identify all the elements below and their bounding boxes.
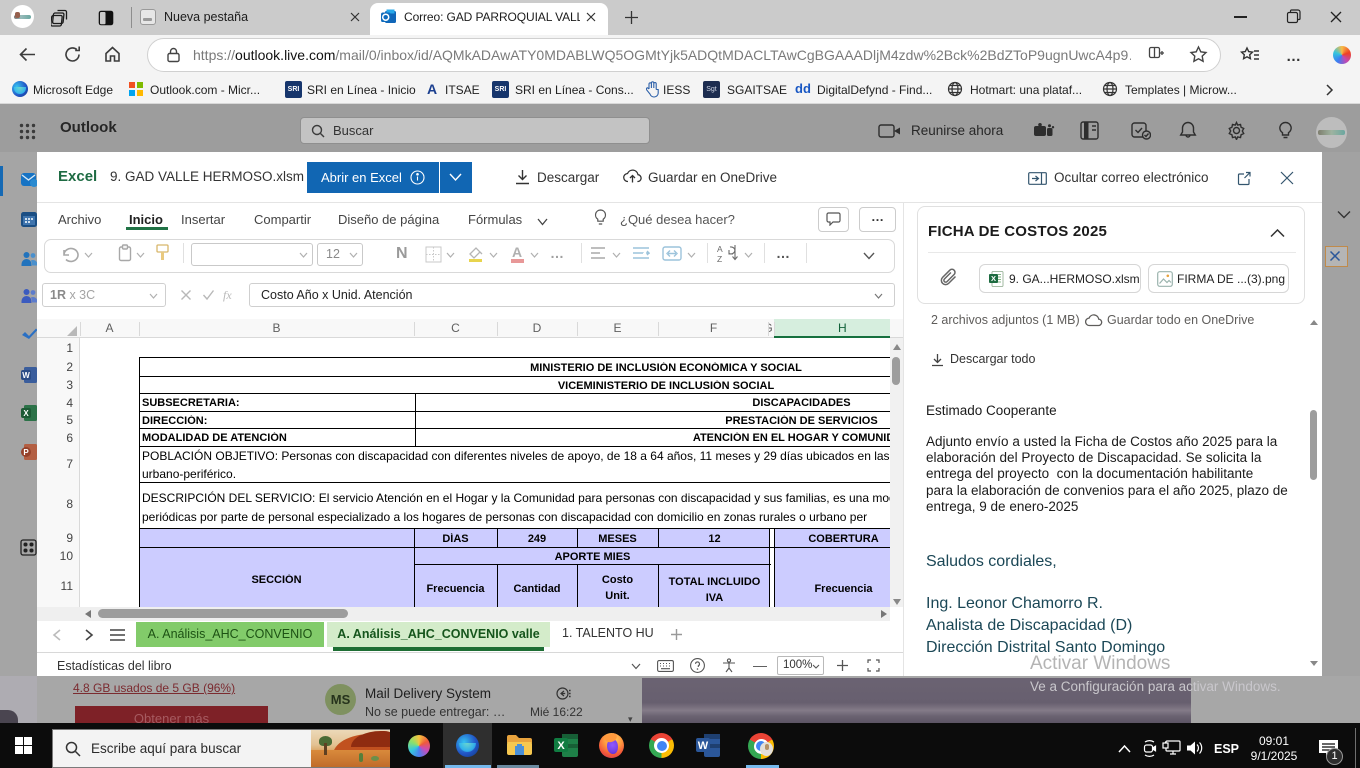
svg-text:X: X [557,740,565,752]
svg-text:fx: fx [223,288,232,302]
svg-text:X: X [23,409,29,418]
svg-text:P: P [23,448,29,457]
svg-text:W: W [22,371,30,380]
svg-text:X: X [991,274,996,283]
svg-text:Z: Z [717,254,722,263]
svg-text:A: A [717,244,723,254]
svg-text:W: W [698,740,709,752]
